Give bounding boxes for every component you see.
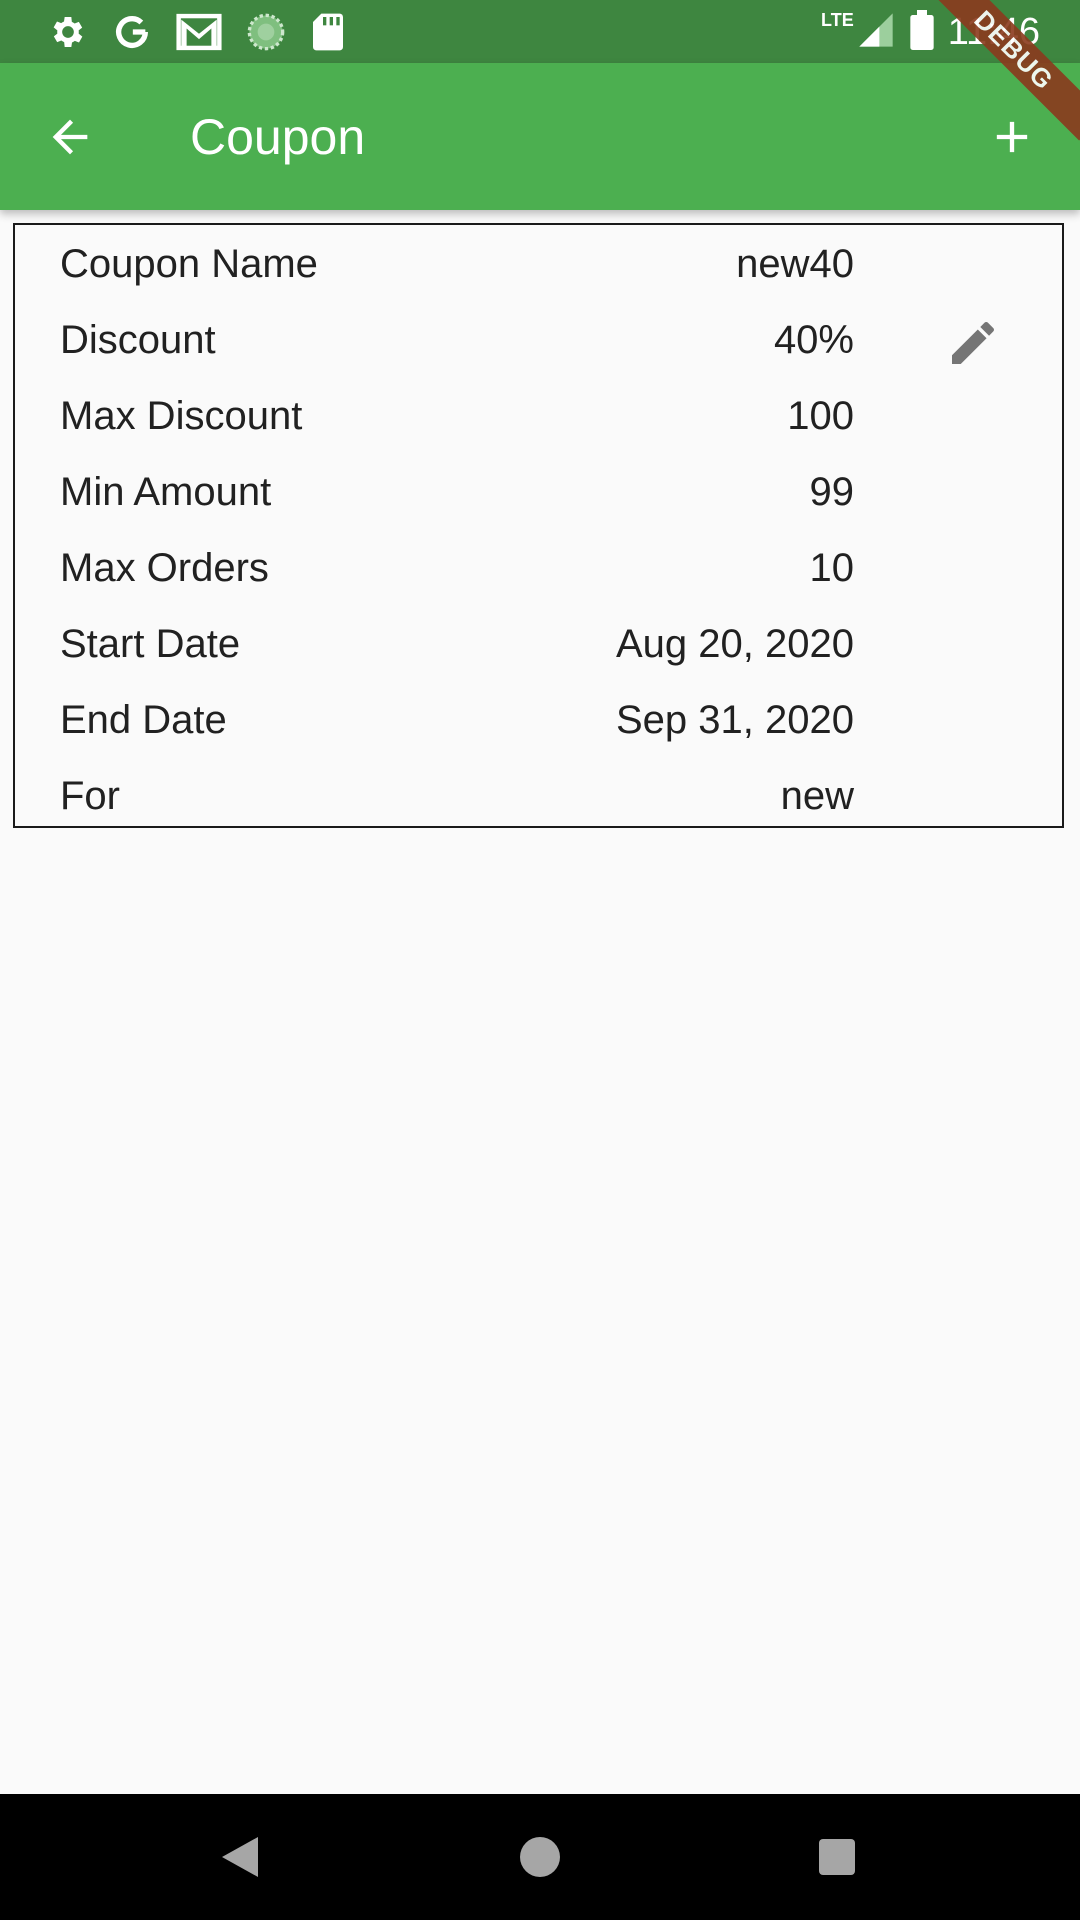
sync-icon (246, 12, 286, 52)
row-label: Discount (60, 318, 216, 362)
edit-pencil-icon (952, 321, 995, 364)
app-bar: Coupon (0, 63, 1080, 210)
row-label: Max Discount (60, 394, 303, 438)
add-icon (996, 121, 1028, 153)
nav-home-button[interactable] (507, 1824, 573, 1890)
edit-coupon-button[interactable] (933, 303, 1013, 383)
arrow-back-icon (52, 119, 88, 155)
status-notification-icons (48, 8, 346, 56)
row-value: Sep 31, 2020 (616, 698, 854, 742)
coupon-row-name: Coupon Name new40 (15, 226, 1066, 302)
row-value: 10 (809, 546, 855, 590)
row-label: End Date (60, 698, 227, 742)
row-label: For (60, 774, 120, 818)
nav-back-button[interactable] (207, 1824, 273, 1890)
row-value: 100 (787, 394, 854, 438)
row-value: Aug 20, 2020 (616, 622, 854, 666)
lte-label: LTE (821, 9, 854, 30)
gmail-icon (176, 12, 222, 52)
system-nav-bar (0, 1794, 1080, 1920)
signal-icon (856, 10, 896, 55)
page-title: Coupon (190, 109, 366, 165)
status-bar: LTE 11:46 (0, 0, 1080, 63)
row-value: new (780, 774, 854, 818)
row-value: 99 (809, 470, 855, 514)
row-label: Max Orders (60, 546, 269, 590)
google-icon (112, 12, 152, 52)
back-button[interactable] (40, 107, 100, 167)
row-label: Coupon Name (60, 242, 318, 286)
add-coupon-button[interactable] (980, 105, 1044, 169)
coupon-row-discount: Discount 40% (15, 302, 1066, 378)
recents-square-icon (819, 1839, 855, 1875)
row-label: Start Date (60, 622, 241, 666)
row-value: new40 (736, 242, 854, 286)
back-triangle-icon (222, 1837, 258, 1877)
nav-recents-button[interactable] (804, 1824, 870, 1890)
coupon-card: Coupon Name new40 Discount 40% Max Disco… (13, 223, 1064, 828)
home-circle-icon (520, 1837, 560, 1877)
row-value: 40% (773, 318, 854, 362)
sd-card-icon (310, 12, 346, 52)
coupon-row-start-date: Start Date Aug 20, 2020 (15, 606, 1066, 682)
coupon-row-for: For new (15, 758, 1066, 834)
battery-icon (910, 9, 934, 55)
coupon-row-end-date: End Date Sep 31, 2020 (15, 682, 1066, 758)
coupon-row-max-discount: Max Discount 100 (15, 378, 1066, 454)
row-label: Min Amount (60, 470, 272, 514)
coupon-row-max-orders: Max Orders 10 (15, 530, 1066, 606)
settings-icon (48, 12, 88, 52)
coupon-row-min-amount: Min Amount 99 (15, 454, 1066, 530)
